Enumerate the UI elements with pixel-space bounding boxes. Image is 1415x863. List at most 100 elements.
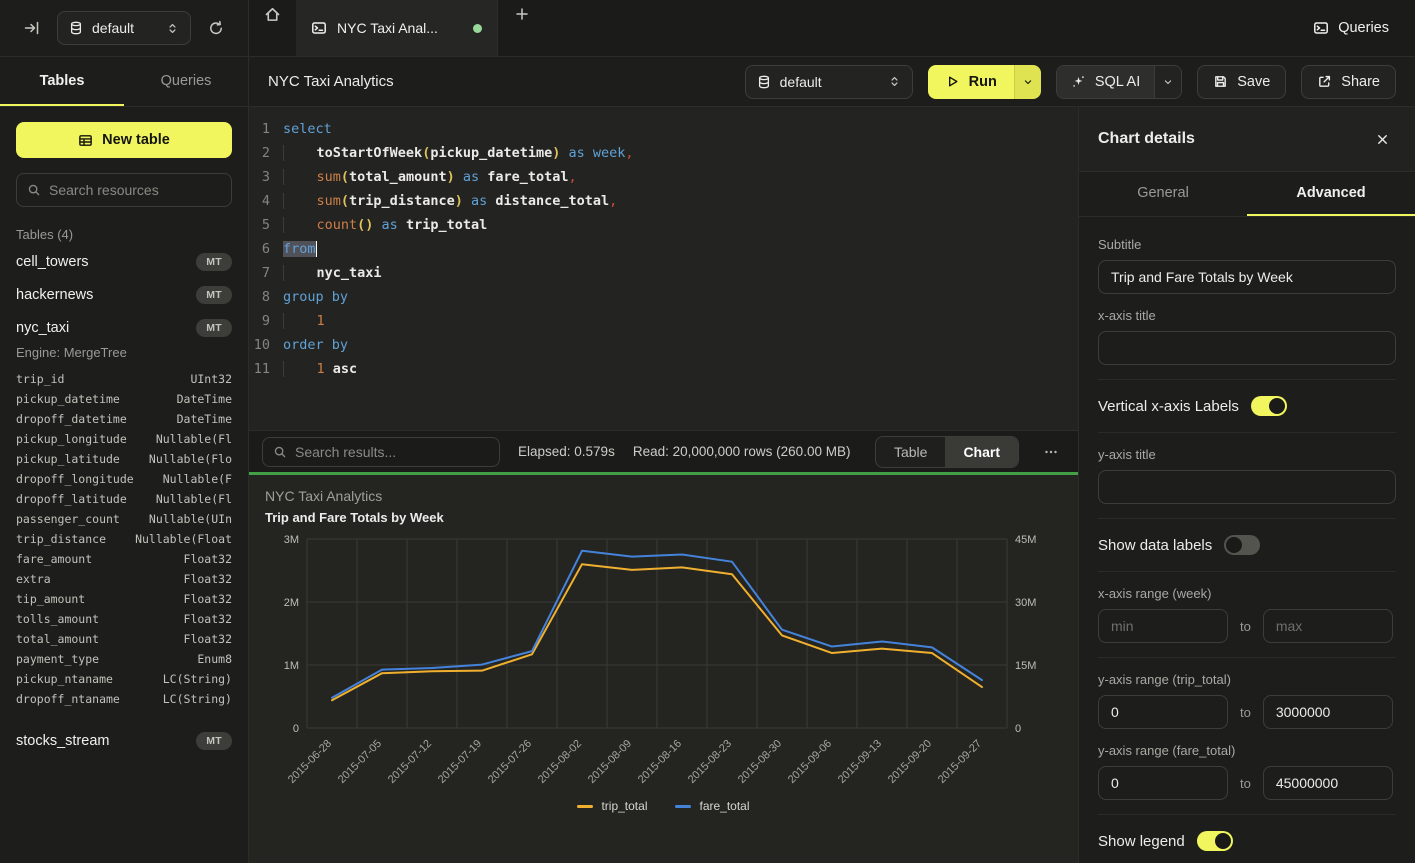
y1-range-max-input[interactable] — [1263, 695, 1393, 729]
more-options-button[interactable] — [1037, 438, 1065, 466]
legend-item-trip_total[interactable]: trip_total — [577, 799, 647, 813]
tab-tables[interactable]: Tables — [0, 57, 124, 106]
column-row[interactable]: dropoff_longitudeNullable(F — [16, 469, 232, 489]
vertical-x-axis-labels-toggle[interactable] — [1251, 396, 1287, 416]
query-title: NYC Taxi Analytics — [268, 73, 394, 90]
y2-range-min-input[interactable] — [1098, 766, 1228, 800]
run-options-caret[interactable] — [1014, 65, 1041, 99]
sql-console-app: default NYC Taxi Anal.. — [0, 0, 1415, 863]
column-row[interactable]: pickup_ntanameLC(String) — [16, 669, 232, 689]
x-range-min-input[interactable] — [1098, 609, 1228, 643]
tab-general[interactable]: General — [1079, 172, 1247, 216]
database-selector[interactable]: default — [57, 11, 191, 45]
view-toggle: Table Chart — [875, 436, 1019, 468]
column-row[interactable]: total_amountFloat32 — [16, 629, 232, 649]
new-table-button[interactable]: New table — [16, 122, 232, 158]
column-row[interactable]: trip_idUInt32 — [16, 369, 232, 389]
show-data-labels-toggle[interactable] — [1224, 535, 1260, 555]
resource-search-input[interactable] — [49, 182, 221, 198]
column-row[interactable]: pickup_latitudeNullable(Flo — [16, 449, 232, 469]
tab-nyc-taxi-analytics[interactable]: NYC Taxi Anal... — [296, 0, 498, 56]
column-row[interactable]: payment_typeEnum8 — [16, 649, 232, 669]
run-label: Run — [969, 74, 997, 90]
svg-text:2015-08-16: 2015-08-16 — [636, 738, 684, 786]
engine-badge: MT — [196, 732, 232, 750]
sql-ai-main[interactable]: SQL AI — [1057, 66, 1154, 98]
column-row[interactable]: dropoff_latitudeNullable(Fl — [16, 489, 232, 509]
table-item-nyc-taxi[interactable]: nyc_taxi MT — [16, 311, 232, 344]
run-button[interactable]: Run — [928, 65, 1041, 99]
new-tab-button[interactable] — [498, 0, 546, 28]
y2-range-max-input[interactable] — [1263, 766, 1393, 800]
column-row[interactable]: passenger_countNullable(UIn — [16, 509, 232, 529]
code-line[interactable]: 2 toStartOfWeek(pickup_datetime) as week… — [249, 141, 1078, 165]
y1-range-min-input[interactable] — [1098, 695, 1228, 729]
code-line[interactable]: 3 sum(total_amount) as fare_total, — [249, 165, 1078, 189]
svg-text:3M: 3M — [284, 534, 299, 546]
column-row[interactable]: pickup_longitudeNullable(Fl — [16, 429, 232, 449]
panel-body: Subtitle x-axis title Vertical x-axis La… — [1079, 217, 1415, 863]
view-toggle-table[interactable]: Table — [876, 437, 945, 467]
body: Tables Queries New table Tables (4) — [0, 57, 1415, 863]
run-database-selector[interactable]: default — [745, 65, 913, 99]
view-toggle-chart[interactable]: Chart — [945, 437, 1018, 467]
panel-tabs: General Advanced — [1079, 172, 1415, 217]
x-range-max-input[interactable] — [1263, 609, 1393, 643]
home-button[interactable] — [249, 0, 296, 28]
results-toolbar: Elapsed: 0.579s Read: 20,000,000 rows (2… — [249, 430, 1078, 472]
code-line[interactable]: 10order by — [249, 333, 1078, 357]
save-button[interactable]: Save — [1197, 65, 1286, 99]
column-row[interactable]: tolls_amountFloat32 — [16, 609, 232, 629]
tab-advanced[interactable]: Advanced — [1247, 172, 1415, 216]
sql-editor[interactable]: 1select2 toStartOfWeek(pickup_datetime) … — [249, 107, 1078, 430]
show-legend-label: Show legend — [1098, 833, 1185, 850]
table-icon — [78, 133, 93, 148]
tab-queries[interactable]: Queries — [124, 57, 248, 106]
svg-text:0: 0 — [1015, 723, 1021, 735]
sql-ai-caret[interactable] — [1154, 66, 1181, 98]
code-line[interactable]: 4 sum(trip_distance) as distance_total, — [249, 189, 1078, 213]
play-icon — [945, 74, 960, 89]
code-line[interactable]: 11 1 asc — [249, 357, 1078, 381]
x-axis-title-input[interactable] — [1098, 331, 1396, 365]
legend-item-fare_total[interactable]: fare_total — [675, 799, 749, 813]
show-legend-toggle[interactable] — [1197, 831, 1233, 851]
save-icon — [1213, 74, 1228, 89]
column-row[interactable]: dropoff_ntanameLC(String) — [16, 689, 232, 709]
column-row[interactable]: extraFloat32 — [16, 569, 232, 589]
x-axis-title-label: x-axis title — [1098, 308, 1396, 323]
refresh-button[interactable] — [202, 14, 230, 42]
code-line[interactable]: 9 1 — [249, 309, 1078, 333]
plus-icon — [514, 6, 530, 22]
table-item-cell-towers[interactable]: cell_towers MT — [16, 245, 232, 278]
svg-text:2M: 2M — [284, 597, 299, 609]
vertical-x-axis-labels-label: Vertical x-axis Labels — [1098, 398, 1239, 415]
run-button-main[interactable]: Run — [928, 65, 1014, 99]
queries-button[interactable]: Queries — [1313, 20, 1389, 36]
svg-text:2015-08-23: 2015-08-23 — [686, 738, 734, 786]
chart-panel: NYC Taxi Analytics Trip and Fare Totals … — [249, 475, 1078, 863]
code-lines: 1select2 toStartOfWeek(pickup_datetime) … — [249, 117, 1078, 381]
code-line[interactable]: 1select — [249, 117, 1078, 141]
code-line[interactable]: 8group by — [249, 285, 1078, 309]
y-axis-title-input[interactable] — [1098, 470, 1396, 504]
column-row[interactable]: dropoff_datetimeDateTime — [16, 409, 232, 429]
share-button[interactable]: Share — [1301, 65, 1396, 99]
results-search-input[interactable] — [295, 444, 489, 460]
code-line[interactable]: 5 count() as trip_total — [249, 213, 1078, 237]
column-row[interactable]: trip_distanceNullable(Float — [16, 529, 232, 549]
sql-ai-button[interactable]: SQL AI — [1056, 65, 1182, 99]
subtitle-input[interactable] — [1098, 260, 1396, 294]
table-item-stocks-stream[interactable]: stocks_stream MT — [16, 724, 232, 757]
close-panel-button[interactable] — [1368, 125, 1396, 153]
chart-subtitle: Trip and Fare Totals by Week — [265, 510, 1062, 525]
column-row[interactable]: pickup_datetimeDateTime — [16, 389, 232, 409]
column-row[interactable]: fare_amountFloat32 — [16, 549, 232, 569]
collapse-sidebar-button[interactable] — [18, 14, 46, 42]
code-line[interactable]: 7 nyc_taxi — [249, 261, 1078, 285]
show-data-labels-row: Show data labels — [1098, 533, 1396, 557]
column-row[interactable]: tip_amountFloat32 — [16, 589, 232, 609]
table-item-hackernews[interactable]: hackernews MT — [16, 278, 232, 311]
svg-text:1M: 1M — [284, 660, 299, 672]
code-line[interactable]: 6from — [249, 237, 1078, 261]
